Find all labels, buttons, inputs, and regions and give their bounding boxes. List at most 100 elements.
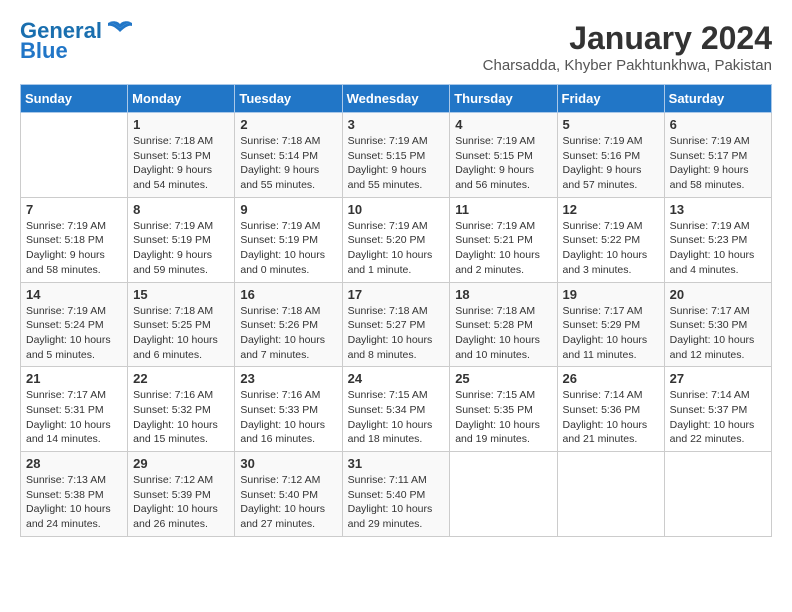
calendar-week-row: 14 Sunrise: 7:19 AMSunset: 5:24 PMDayligh… (21, 282, 772, 367)
day-number: 22 (133, 371, 229, 386)
day-info: Sunrise: 7:18 AMSunset: 5:26 PMDaylight:… (240, 304, 336, 363)
day-info: Sunrise: 7:18 AMSunset: 5:27 PMDaylight:… (348, 304, 445, 363)
day-number: 21 (26, 371, 122, 386)
day-info: Sunrise: 7:19 AMSunset: 5:18 PMDaylight:… (26, 219, 122, 278)
day-info: Sunrise: 7:17 AMSunset: 5:29 PMDaylight:… (563, 304, 659, 363)
day-number: 31 (348, 456, 445, 471)
calendar-cell: 1Sunrise: 7:18 AMSunset: 5:13 PMDaylight… (128, 113, 235, 198)
day-number: 8 (133, 202, 229, 217)
day-info: Sunrise: 7:18 AMSunset: 5:28 PMDaylight:… (455, 304, 551, 363)
calendar-cell: 31 Sunrise: 7:11 AMSunset: 5:40 PMDayligh… (342, 452, 450, 537)
calendar-cell: 29Sunrise: 7:12 AMSunset: 5:39 PMDayligh… (128, 452, 235, 537)
day-number: 5 (563, 117, 659, 132)
calendar-week-row: 7Sunrise: 7:19 AMSunset: 5:18 PMDaylight… (21, 197, 772, 282)
day-info: Sunrise: 7:18 AMSunset: 5:14 PMDaylight:… (240, 134, 336, 193)
day-number: 18 (455, 287, 551, 302)
header-wednesday: Wednesday (342, 85, 450, 113)
day-number: 3 (348, 117, 445, 132)
day-info: Sunrise: 7:19 AMSunset: 5:24 PMDaylight:… (26, 304, 122, 363)
day-number: 26 (563, 371, 659, 386)
day-number: 28 (26, 456, 122, 471)
header-tuesday: Tuesday (235, 85, 342, 113)
calendar-cell: 28 Sunrise: 7:13 AMSunset: 5:38 PMDayligh… (21, 452, 128, 537)
calendar-cell: 27 Sunrise: 7:14 AMSunset: 5:37 PMDayligh… (664, 367, 771, 452)
day-info: Sunrise: 7:19 AMSunset: 5:17 PMDaylight:… (670, 134, 766, 193)
day-info: Sunrise: 7:13 AMSunset: 5:38 PMDaylight:… (26, 473, 122, 532)
calendar-cell: 24 Sunrise: 7:15 AMSunset: 5:34 PMDayligh… (342, 367, 450, 452)
logo: General Blue (20, 20, 134, 64)
calendar-cell: 3 Sunrise: 7:19 AMSunset: 5:15 PMDaylight… (342, 113, 450, 198)
day-number: 10 (348, 202, 445, 217)
day-number: 6 (670, 117, 766, 132)
day-number: 27 (670, 371, 766, 386)
calendar-cell (21, 113, 128, 198)
calendar-cell: 2 Sunrise: 7:18 AMSunset: 5:14 PMDaylight… (235, 113, 342, 198)
calendar-header-row: Sunday Monday Tuesday Wednesday Thursday… (21, 85, 772, 113)
day-info: Sunrise: 7:17 AMSunset: 5:30 PMDaylight:… (670, 304, 766, 363)
page-header: General Blue January 2024 Charsadda, Khy… (20, 20, 772, 74)
calendar-cell: 12 Sunrise: 7:19 AMSunset: 5:22 PMDayligh… (557, 197, 664, 282)
calendar-week-row: 1Sunrise: 7:18 AMSunset: 5:13 PMDaylight… (21, 113, 772, 198)
calendar-cell (664, 452, 771, 537)
day-number: 2 (240, 117, 336, 132)
calendar-cell: 14 Sunrise: 7:19 AMSunset: 5:24 PMDayligh… (21, 282, 128, 367)
calendar-cell: 18 Sunrise: 7:18 AMSunset: 5:28 PMDayligh… (450, 282, 557, 367)
calendar-cell: 13Sunrise: 7:19 AMSunset: 5:23 PMDayligh… (664, 197, 771, 282)
day-number: 30 (240, 456, 336, 471)
day-info: Sunrise: 7:19 AMSunset: 5:23 PMDaylight:… (670, 219, 766, 278)
logo-bird-icon (106, 20, 134, 42)
calendar-cell: 25Sunrise: 7:15 AMSunset: 5:35 PMDayligh… (450, 367, 557, 452)
day-number: 25 (455, 371, 551, 386)
title-block: January 2024 Charsadda, Khyber Pakhtunkh… (483, 20, 772, 74)
day-number: 14 (26, 287, 122, 302)
day-number: 4 (455, 117, 551, 132)
calendar-cell: 20 Sunrise: 7:17 AMSunset: 5:30 PMDayligh… (664, 282, 771, 367)
calendar-cell: 10 Sunrise: 7:19 AMSunset: 5:20 PMDayligh… (342, 197, 450, 282)
day-info: Sunrise: 7:12 AMSunset: 5:39 PMDaylight:… (133, 473, 229, 532)
calendar-week-row: 21 Sunrise: 7:17 AMSunset: 5:31 PMDayligh… (21, 367, 772, 452)
calendar-cell: 8Sunrise: 7:19 AMSunset: 5:19 PMDaylight… (128, 197, 235, 282)
day-number: 24 (348, 371, 445, 386)
calendar-cell: 15 Sunrise: 7:18 AMSunset: 5:25 PMDayligh… (128, 282, 235, 367)
calendar-cell: 11 Sunrise: 7:19 AMSunset: 5:21 PMDayligh… (450, 197, 557, 282)
header-thursday: Thursday (450, 85, 557, 113)
day-info: Sunrise: 7:17 AMSunset: 5:31 PMDaylight:… (26, 388, 122, 447)
calendar-cell: 22Sunrise: 7:16 AMSunset: 5:32 PMDayligh… (128, 367, 235, 452)
location-subtitle: Charsadda, Khyber Pakhtunkhwa, Pakistan (483, 57, 772, 74)
day-info: Sunrise: 7:16 AMSunset: 5:33 PMDaylight:… (240, 388, 336, 447)
header-monday: Monday (128, 85, 235, 113)
logo-blue: Blue (20, 38, 68, 64)
day-number: 16 (240, 287, 336, 302)
day-info: Sunrise: 7:14 AMSunset: 5:36 PMDaylight:… (563, 388, 659, 447)
day-info: Sunrise: 7:11 AMSunset: 5:40 PMDaylight:… (348, 473, 445, 532)
day-info: Sunrise: 7:19 AMSunset: 5:19 PMDaylight:… (240, 219, 336, 278)
day-info: Sunrise: 7:19 AMSunset: 5:22 PMDaylight:… (563, 219, 659, 278)
calendar-cell (557, 452, 664, 537)
calendar-cell: 30Sunrise: 7:12 AMSunset: 5:40 PMDayligh… (235, 452, 342, 537)
day-info: Sunrise: 7:19 AMSunset: 5:20 PMDaylight:… (348, 219, 445, 278)
calendar-week-row: 28 Sunrise: 7:13 AMSunset: 5:38 PMDayligh… (21, 452, 772, 537)
day-info: Sunrise: 7:19 AMSunset: 5:15 PMDaylight:… (455, 134, 551, 193)
day-number: 15 (133, 287, 229, 302)
day-number: 17 (348, 287, 445, 302)
month-year-title: January 2024 (483, 20, 772, 57)
day-number: 11 (455, 202, 551, 217)
day-number: 19 (563, 287, 659, 302)
calendar-cell: 4 Sunrise: 7:19 AMSunset: 5:15 PMDaylight… (450, 113, 557, 198)
header-sunday: Sunday (21, 85, 128, 113)
day-info: Sunrise: 7:19 AMSunset: 5:21 PMDaylight:… (455, 219, 551, 278)
day-number: 20 (670, 287, 766, 302)
calendar-cell: 5Sunrise: 7:19 AMSunset: 5:16 PMDaylight… (557, 113, 664, 198)
calendar-cell: 19 Sunrise: 7:17 AMSunset: 5:29 PMDayligh… (557, 282, 664, 367)
day-number: 12 (563, 202, 659, 217)
day-info: Sunrise: 7:19 AMSunset: 5:15 PMDaylight:… (348, 134, 445, 193)
calendar-cell: 6 Sunrise: 7:19 AMSunset: 5:17 PMDaylight… (664, 113, 771, 198)
day-info: Sunrise: 7:18 AMSunset: 5:25 PMDaylight:… (133, 304, 229, 363)
calendar-cell: 9Sunrise: 7:19 AMSunset: 5:19 PMDaylight… (235, 197, 342, 282)
day-info: Sunrise: 7:14 AMSunset: 5:37 PMDaylight:… (670, 388, 766, 447)
calendar-cell: 21 Sunrise: 7:17 AMSunset: 5:31 PMDayligh… (21, 367, 128, 452)
day-info: Sunrise: 7:15 AMSunset: 5:34 PMDaylight:… (348, 388, 445, 447)
calendar-cell (450, 452, 557, 537)
header-saturday: Saturday (664, 85, 771, 113)
calendar-cell: 26 Sunrise: 7:14 AMSunset: 5:36 PMDayligh… (557, 367, 664, 452)
